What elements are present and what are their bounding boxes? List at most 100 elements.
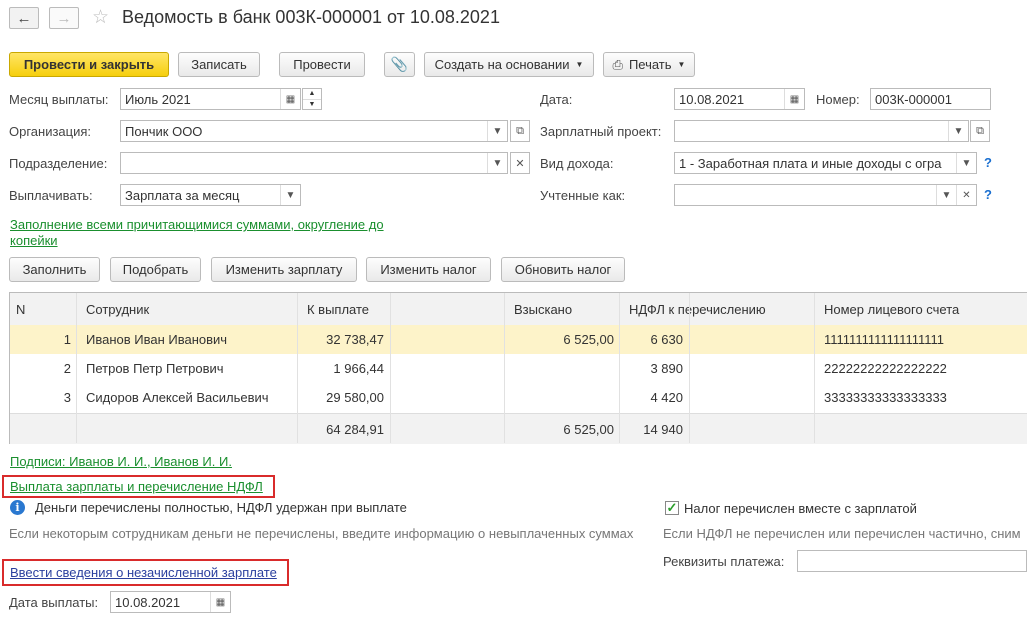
calendar-icon[interactable]: ▦ [784,89,804,109]
salary-project-field[interactable]: ▼ [674,120,969,142]
dropdown-arrow-icon[interactable]: ▼ [487,121,507,141]
table-totals: 64 284,91 6 525,00 14 940 [10,413,1027,444]
row-n: 2 [63,361,71,376]
table-row[interactable]: 3 Сидоров Алексей Васильевич 29 580,00 4… [10,383,1027,412]
dropdown-arrow-icon: ▼ [677,60,686,69]
pick-button[interactable]: Подобрать [110,257,201,282]
close-icon[interactable]: ✕ [956,185,976,205]
unaccrued-salary-link[interactable]: Ввести сведения о незачисленной зарплате [10,565,277,580]
table-row[interactable]: 1 Иванов Иван Иванович 32 738,47 6 525,0… [10,325,1027,354]
dropdown-arrow-icon[interactable]: ▼ [487,153,507,173]
payment-details-field[interactable] [797,550,1027,572]
open-icon: ⧉ [516,124,524,137]
date-field[interactable]: 10.08.2021 ▦ [674,88,805,110]
printer-icon: ⎙ [612,56,623,72]
table-header: N Сотрудник К выплате Взыскано НДФЛ к пе… [10,293,1027,326]
calendar-icon[interactable]: ▦ [280,89,300,109]
row-tax: 3 890 [650,361,683,376]
dropdown-arrow-icon[interactable]: ▼ [936,185,956,205]
dropdown-arrow-icon[interactable]: ▼ [948,121,968,141]
money-status-text: Деньги перечислены полностью, НДФЛ удерж… [35,500,407,515]
row-to-pay: 32 738,47 [326,332,384,347]
pay-date-field[interactable]: 10.08.2021 ▦ [110,591,231,613]
col-n[interactable]: N [10,293,77,325]
date-value: 10.08.2021 [679,91,745,107]
fill-button[interactable]: Заполнить [9,257,100,282]
info-icon: i [10,500,25,515]
row-account: 1111111111111111111 [824,332,945,347]
pay-label: Выплачивать: [9,188,93,203]
print-label: Печать [628,57,672,72]
row-withheld [505,383,620,412]
income-type-label: Вид дохода: [540,156,614,171]
month-field[interactable]: Июль 2021 ▦ [120,88,301,110]
income-type-field[interactable]: 1 - Заработная плата и иные доходы с огр… [674,152,977,174]
calendar-icon[interactable]: ▦ [210,592,230,612]
payout-and-tax-link[interactable]: Выплата зарплаты и перечисление НДФЛ [10,479,263,494]
column-divider [76,293,77,443]
change-tax-button[interactable]: Изменить налог [366,257,491,282]
tax-with-salary-label: Налог перечислен вместе с зарплатой [684,501,917,516]
paperclip-icon: 📎 [390,56,409,72]
clear-department-button[interactable]: ✕ [510,152,530,174]
attachment-button[interactable]: 📎 [384,52,415,77]
dropdown-arrow-icon[interactable]: ▼ [280,185,300,205]
back-arrow-icon[interactable]: ← [9,7,39,29]
department-field[interactable]: ▼ [120,152,508,174]
counted-as-field[interactable]: ▼ ✕ [674,184,977,206]
chevron-down-icon[interactable]: ▼ [303,99,321,110]
department-label: Подразделение: [9,156,108,171]
change-salary-button[interactable]: Изменить зарплату [211,257,357,282]
fill-link-line2[interactable]: копейки [10,233,410,249]
column-divider [297,293,298,443]
row-tax: 6 630 [650,332,683,347]
row-employee: Петров Петр Петрович [86,361,224,376]
pay-field[interactable]: Зарплата за месяц ▼ [120,184,301,206]
chevron-up-icon[interactable]: ▲ [303,89,321,99]
col-account[interactable]: Номер лицевого счета [815,293,1027,325]
col-employee[interactable]: Сотрудник [77,293,298,325]
row-account: 22222222222222222 [824,361,947,376]
month-label: Месяц выплаты: [9,92,109,107]
counted-as-label: Учтенные как: [540,188,626,203]
total-withheld: 6 525,00 [563,421,614,437]
save-button[interactable]: Записать [178,52,260,77]
row-n: 1 [63,332,71,347]
forward-arrow-icon[interactable]: → [49,7,79,29]
print-button[interactable]: ⎙ Печать ▼ [603,52,695,77]
row-employee: Сидоров Алексей Васильевич [86,390,269,405]
create-based-on-button[interactable]: Создать на основании ▼ [424,52,594,77]
col-tax[interactable]: НДФЛ к перечислению [620,293,815,325]
column-divider [504,293,505,443]
pay-date-value: 10.08.2021 [115,594,181,610]
open-organization-button[interactable]: ⧉ [510,120,530,142]
fill-link-line1[interactable]: Заполнение всеми причитающимися суммами,… [10,217,410,233]
income-type-value: 1 - Заработная плата и иные доходы с огр… [679,155,942,171]
post-and-close-button[interactable]: Провести и закрыть [9,52,169,77]
open-salary-project-button[interactable]: ⧉ [970,120,990,142]
tax-with-salary-checkbox[interactable]: ✓ [665,500,679,515]
row-withheld [505,354,620,383]
help-icon[interactable]: ? [984,155,992,170]
table-row[interactable]: 2 Петров Петр Петрович 1 966,44 3 890 22… [10,354,1027,383]
number-label: Номер: [816,92,860,107]
row-employee: Иванов Иван Иванович [86,332,228,347]
number-field[interactable]: 003К-000001 [870,88,991,110]
fill-settings-link[interactable]: Заполнение всеми причитающимися суммами,… [10,217,410,249]
star-icon[interactable]: ☆ [92,6,109,29]
col-to-pay[interactable]: К выплате [298,293,505,325]
open-icon: ⧉ [976,124,984,137]
row-tax: 4 420 [650,390,683,405]
post-button[interactable]: Провести [279,52,365,77]
col-withheld[interactable]: Взыскано [505,293,620,325]
column-divider [814,293,815,443]
month-stepper[interactable]: ▲ ▼ [302,88,322,110]
page-title: Ведомость в банк 003К-000001 от 10.08.20… [122,7,500,27]
dropdown-arrow-icon[interactable]: ▼ [956,153,976,173]
help-icon[interactable]: ? [984,187,992,202]
date-label: Дата: [540,92,573,107]
update-tax-button[interactable]: Обновить налог [501,257,625,282]
signatures-link[interactable]: Подписи: Иванов И. И., Иванов И. И. [10,454,232,469]
pay-value: Зарплата за месяц [125,187,240,203]
organization-field[interactable]: Пончик ООО ▼ [120,120,508,142]
